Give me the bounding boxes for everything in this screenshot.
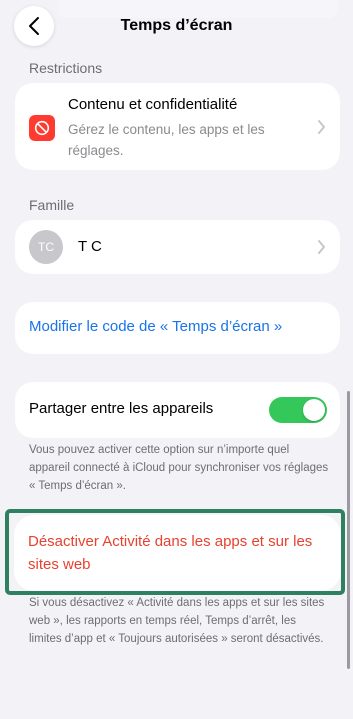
- share-devices-label: Partager entre les appareils: [29, 400, 214, 417]
- share-devices-toggle[interactable]: [269, 397, 327, 423]
- scrolled-content-remnant: [58, 0, 338, 18]
- chevron-right-icon: [318, 120, 325, 134]
- content-privacy-row[interactable]: Contenu et confidentialité Gérez le cont…: [15, 83, 340, 170]
- navigation-bar: Temps d’écran: [0, 0, 353, 54]
- share-devices-footer: Vous pouvez activer cette option sur n’i…: [29, 444, 329, 492]
- family-member-row[interactable]: TC T C: [15, 220, 340, 274]
- deactivate-activity-label: Désactiver Activité dans les apps et sur…: [28, 533, 313, 573]
- deactivate-activity-button[interactable]: Désactiver Activité dans les apps et sur…: [14, 515, 341, 591]
- no-entry-icon: [29, 115, 55, 141]
- change-passcode-button[interactable]: Modifier le code de « Temps d’écran »: [15, 302, 340, 354]
- family-member-name: T C: [78, 238, 102, 255]
- avatar: TC: [29, 230, 63, 264]
- share-devices-row: Partager entre les appareils: [15, 382, 340, 438]
- page-title: Temps d’écran: [120, 17, 233, 34]
- change-passcode-label: Modifier le code de « Temps d’écran »: [29, 318, 283, 335]
- scrollbar[interactable]: [347, 391, 350, 669]
- family-header: Famille: [29, 197, 75, 213]
- toggle-knob: [303, 399, 325, 421]
- restrictions-header: Restrictions: [29, 60, 103, 76]
- chevron-right-icon: [318, 240, 325, 254]
- content-privacy-title: Contenu et confidentialité: [68, 96, 238, 113]
- content-privacy-subtitle: Gérez le contenu, les apps et les réglag…: [68, 122, 265, 158]
- deactivate-footer: Si vous désactivez « Activité dans les a…: [29, 597, 325, 645]
